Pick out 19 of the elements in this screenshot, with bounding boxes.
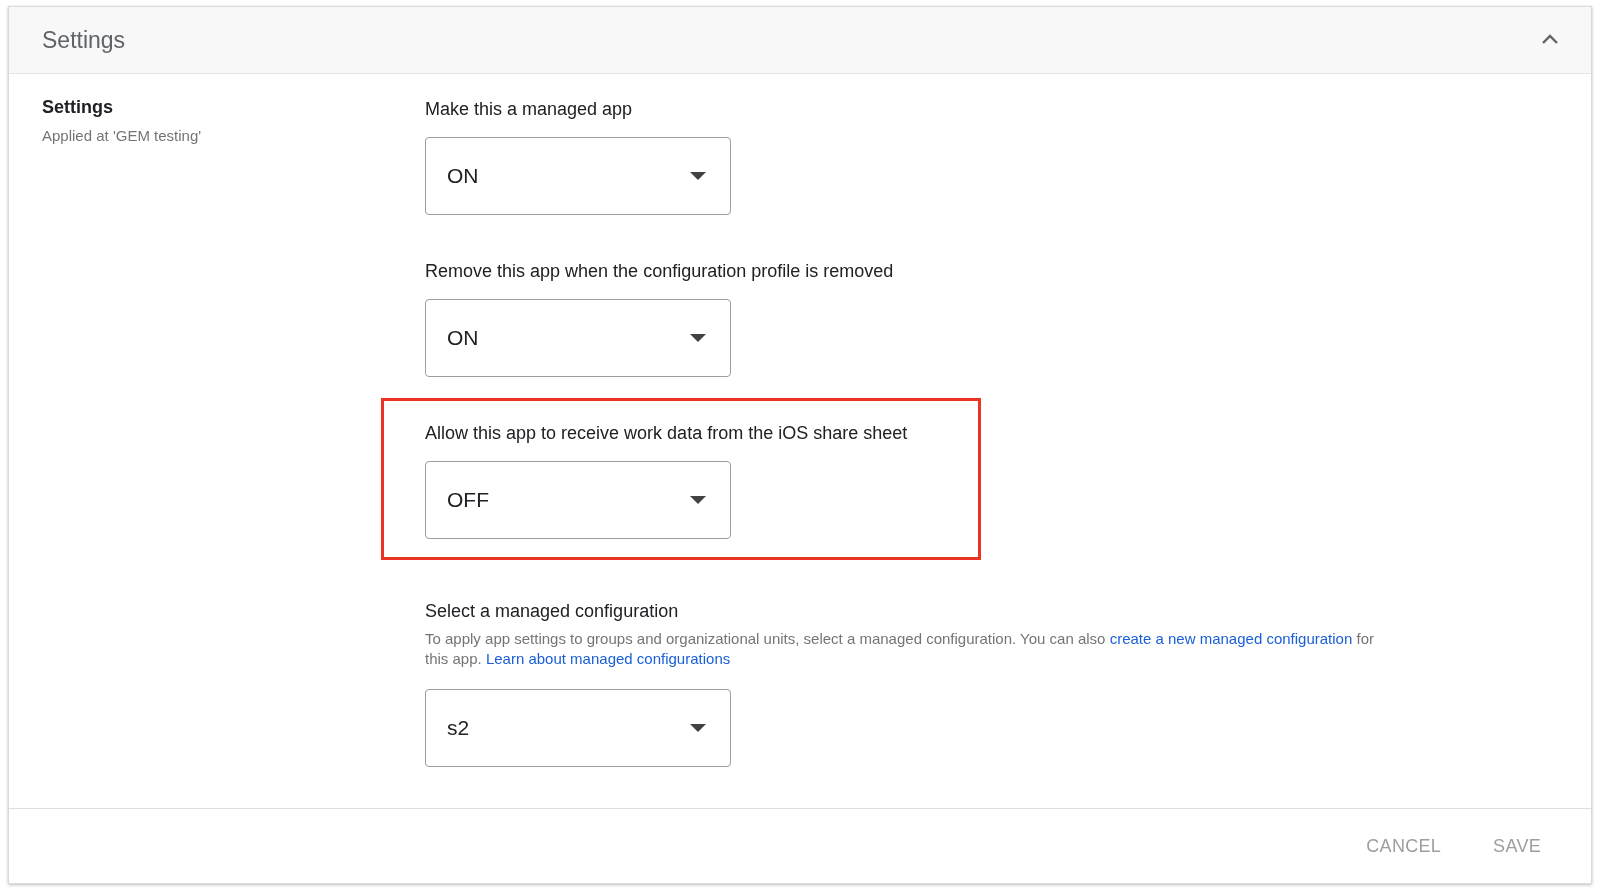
section-title: Settings [42, 97, 114, 118]
dropdown-caret-icon [690, 334, 706, 342]
description-text: To apply app settings to groups and organizational units, select a managed configuration. You can also create a new managed configuration for this app. Learn about managed configurations [425, 629, 1375, 669]
dropdown-select[interactable]: OFF [425, 461, 731, 539]
dropdown-caret-icon [690, 172, 706, 180]
setting-label: Make this a managed app [425, 98, 634, 121]
setting-label: Allow this app to receive work data from the iOS share sheet [425, 422, 909, 445]
panel-title: Settings [42, 26, 126, 54]
help-link[interactable]: create a new managed configuration [1109, 630, 1353, 647]
chevron-up-icon[interactable] [1541, 33, 1559, 45]
help-link[interactable]: Learn about managed configurations [485, 650, 731, 667]
setting-label: Select a managed configuration [425, 600, 680, 623]
dropdown-select[interactable]: s2 [425, 689, 731, 767]
dropdown-select[interactable]: ON [425, 299, 731, 377]
dropdown-caret-icon [690, 724, 706, 732]
dropdown-caret-icon [690, 496, 706, 504]
dropdown-select[interactable]: ON [425, 137, 731, 215]
section-subtitle: Applied at 'GEM testing' [42, 127, 203, 144]
setting-label: Remove this app when the configuration profile is removed [425, 260, 895, 283]
